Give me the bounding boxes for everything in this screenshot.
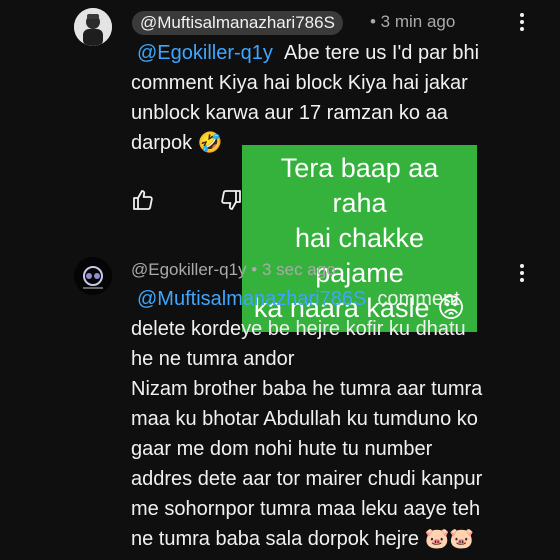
- avatar[interactable]: [74, 257, 112, 295]
- comment-text-line: Abe tere us I'd par bhi: [284, 42, 480, 64]
- overlay-line: Tera baap aa raha: [280, 153, 439, 218]
- comment-text-line: comment Kiya hai block Kiya hai jakar: [131, 72, 468, 94]
- comment-text-line: gaar me dom nohi hute tu number: [131, 438, 433, 460]
- thumbs-down-icon[interactable]: [219, 188, 243, 212]
- comment-text-line: ne tumra baba sala dorpok hejre 🐷🐷: [131, 528, 475, 550]
- comment-body: @Egokiller-q1y Abe tere us I'd par bhi c…: [131, 38, 541, 158]
- comment-timestamp: • 3 min ago: [370, 12, 456, 31]
- overlay-line: hai chakke pajame: [294, 223, 425, 288]
- thumbs-up-icon[interactable]: [131, 188, 155, 212]
- author-handle[interactable]: @Muftisalmanazhari786S: [132, 11, 343, 35]
- comment-text-line: Nizam brother baba he tumra aar tumra: [131, 378, 483, 400]
- comment-timestamp: • 3 sec ago: [251, 260, 336, 279]
- more-vert-icon[interactable]: [520, 13, 524, 34]
- comment-text-line: unblock karwa aur 17 ramzan ko aa: [131, 102, 448, 124]
- avatar[interactable]: [74, 8, 112, 46]
- comment-text-line: addres dete aar tor mairer chudi kanpur: [131, 468, 483, 490]
- comment-text-line: me sohornpor tumra maa leku aaye teh: [131, 498, 481, 520]
- comment-text-line: maa ku bhotar Abdullah ku tumduno ko: [131, 408, 478, 430]
- comment-text-line: he ne tumra andor: [131, 348, 295, 370]
- mention-link[interactable]: @Muftisalmanazhari786S: [137, 288, 366, 310]
- comment-text-line: delete kordeye be hejre kofir ku dhatu: [131, 318, 466, 340]
- author-name[interactable]: @Egokiller-q1y: [131, 260, 247, 279]
- comment-body: @Muftisalmanazhari786S comment delete ko…: [131, 284, 551, 554]
- comment-text-line: comment: [377, 288, 460, 310]
- author-handle[interactable]: @Egokiller-q1y • 3 sec ago: [131, 260, 336, 280]
- more-vert-icon[interactable]: [520, 264, 524, 285]
- mention-link[interactable]: @Egokiller-q1y: [137, 42, 273, 64]
